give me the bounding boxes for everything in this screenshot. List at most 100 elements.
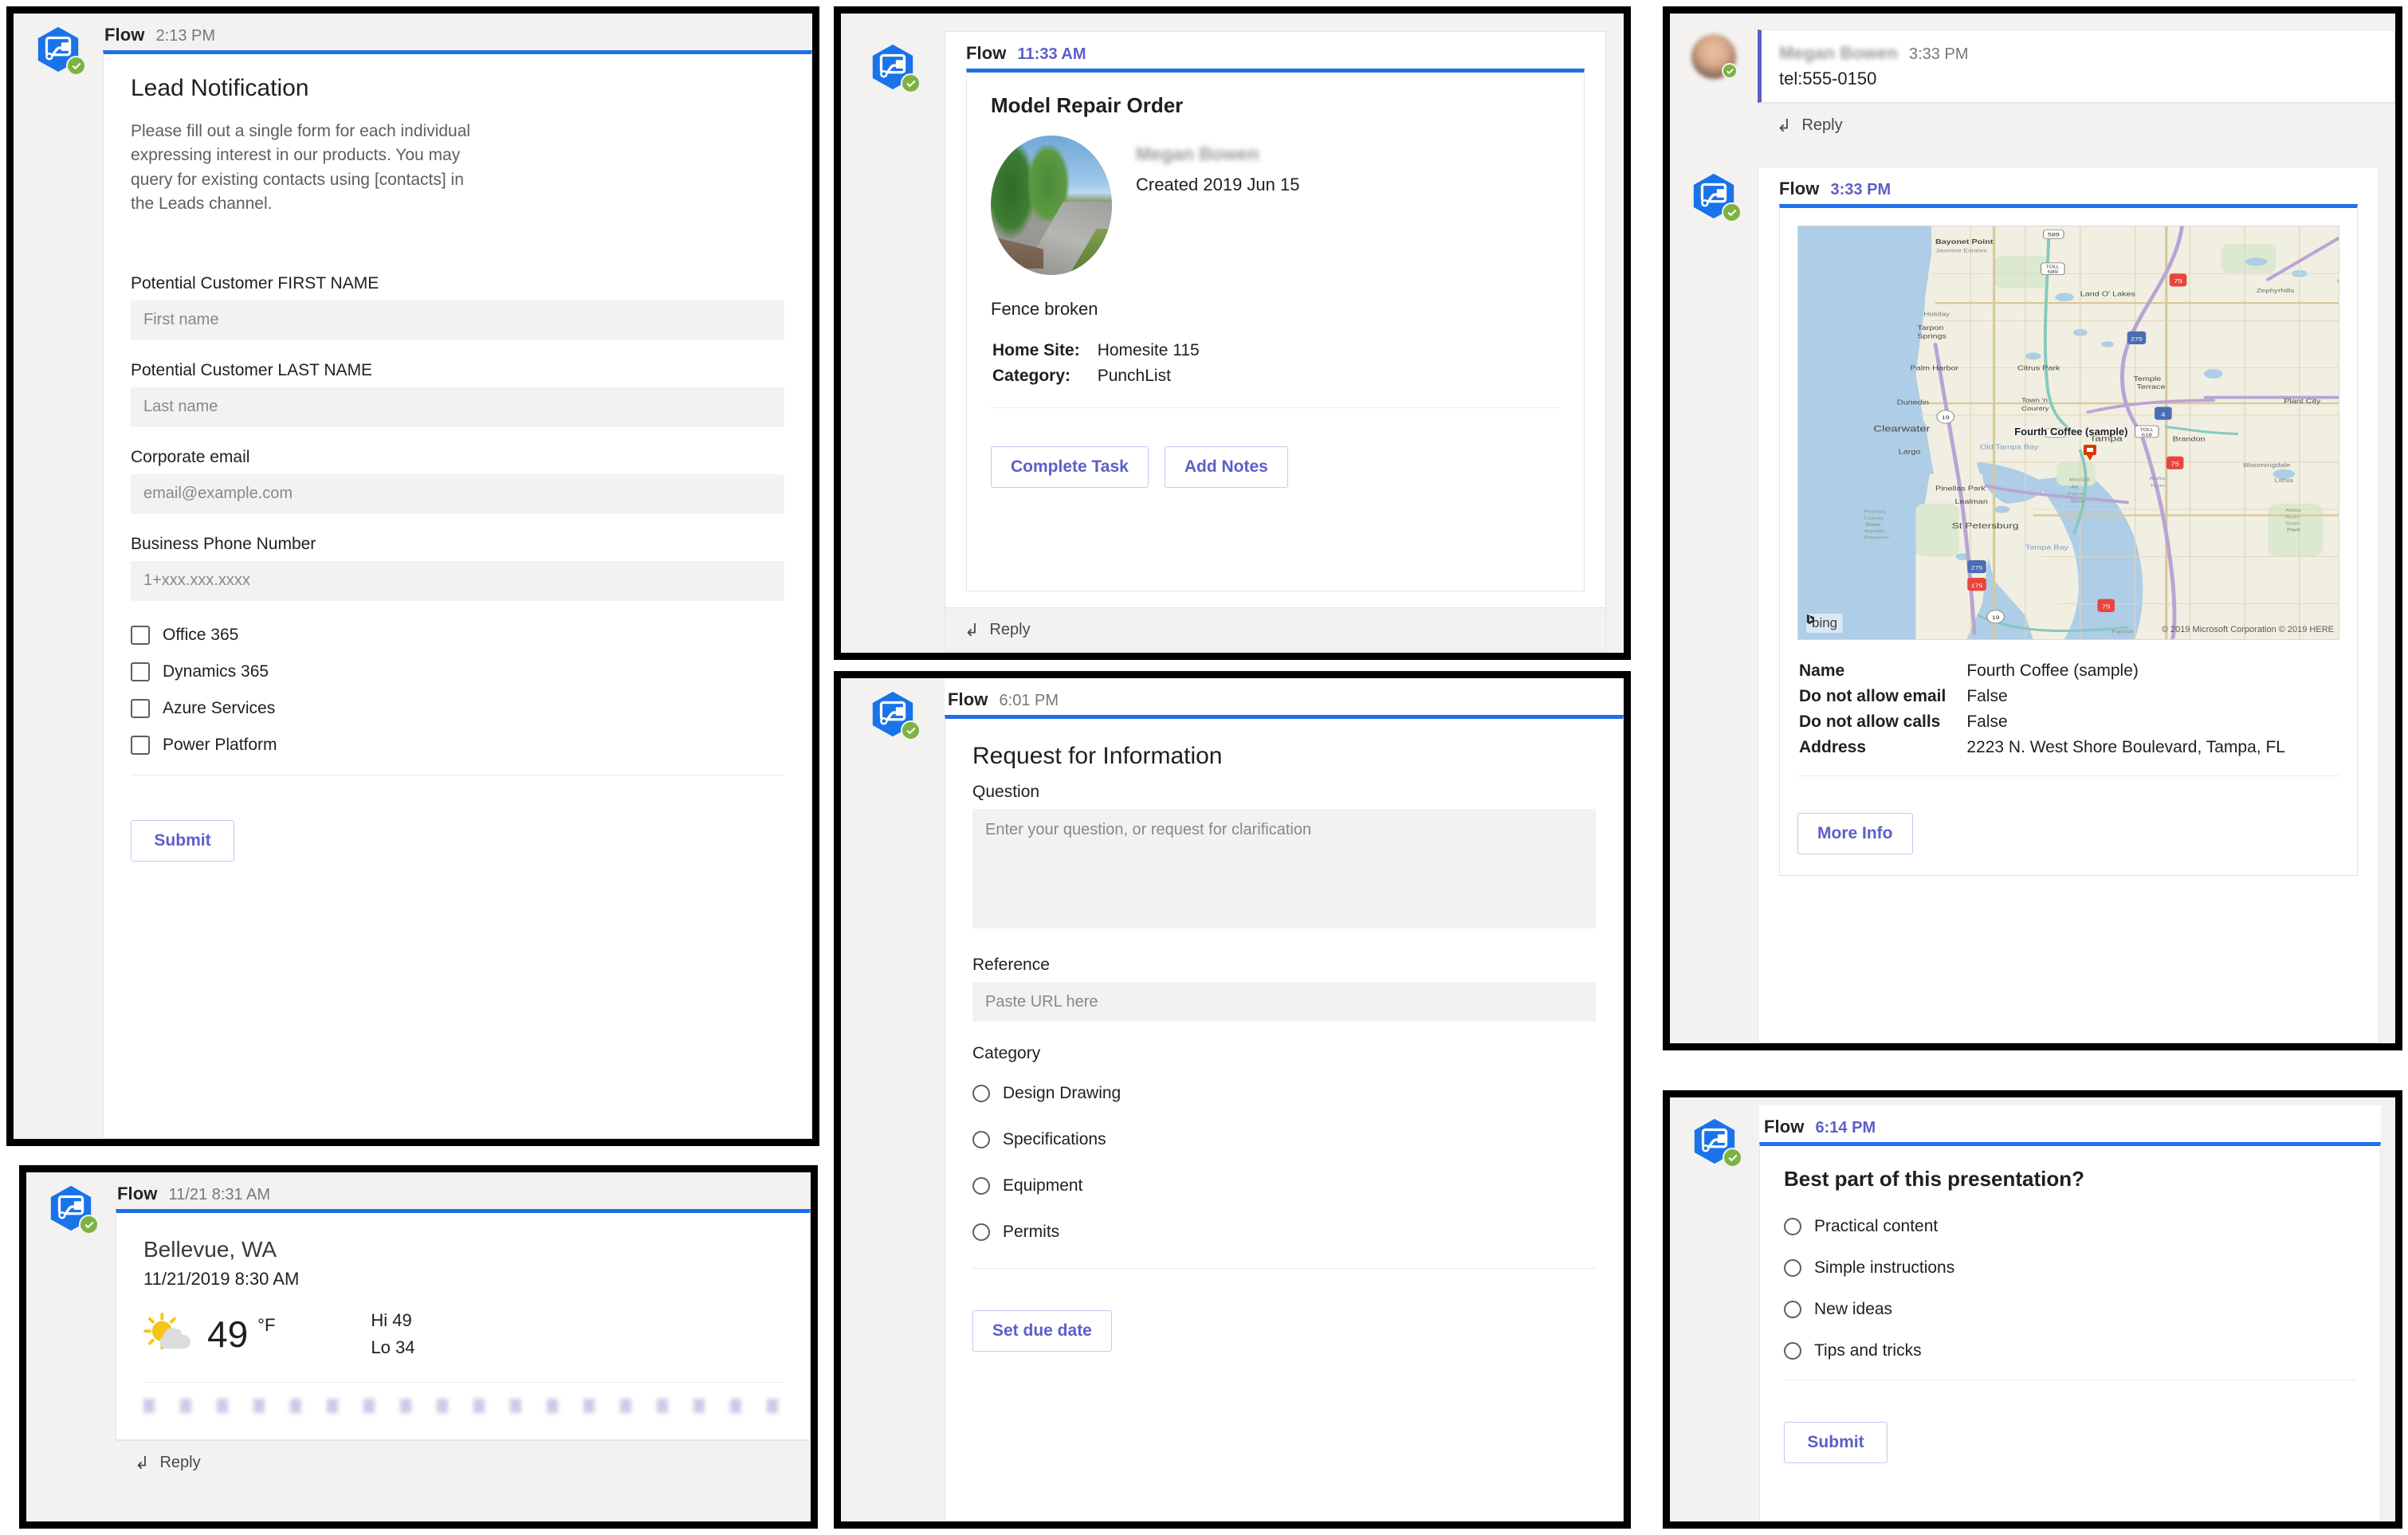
radio-icon[interactable] xyxy=(1784,1301,1801,1318)
panel-lead-notification: Flow 2:13 PM Lead Notification Please fi… xyxy=(6,6,819,1146)
checkbox-row-dynamics365[interactable]: Dynamics 365 xyxy=(131,654,784,690)
radio-icon[interactable] xyxy=(1784,1342,1801,1360)
radio-label: Specifications xyxy=(1003,1130,1106,1148)
bing-map[interactable]: Bayonet Point Jasmine Estates Land O' La… xyxy=(1797,226,2339,640)
reference-input[interactable]: Paste URL here xyxy=(972,982,1596,1022)
svg-text:County: County xyxy=(1864,516,1884,521)
svg-text:175: 175 xyxy=(1971,583,1983,589)
checkbox-icon[interactable] xyxy=(131,625,150,645)
first-name-input[interactable]: First name xyxy=(131,300,784,340)
adaptive-card-lead-notification: Lead Notification Please fill out a sing… xyxy=(103,50,812,1139)
radio-icon[interactable] xyxy=(1784,1218,1801,1235)
corporate-email-input[interactable]: email@example.com xyxy=(131,473,784,514)
sender-name: Megan Bowen xyxy=(1779,43,1898,63)
message-header: Flow 3:33 PM xyxy=(1758,167,2379,204)
radio-row-specifications[interactable]: Specifications xyxy=(972,1117,1596,1163)
repair-details-table: Home Site: Homesite 115 Category: PunchL… xyxy=(991,337,1201,390)
detail-key: Home Site: xyxy=(992,341,1080,359)
radio-row-equipment[interactable]: Equipment xyxy=(972,1163,1596,1209)
sender-name: Flow xyxy=(966,43,1007,63)
checkbox-row-azure-services[interactable]: Azure Services xyxy=(131,690,784,727)
set-due-date-button[interactable]: Set due date xyxy=(972,1310,1112,1352)
checkbox-icon[interactable] xyxy=(131,698,150,718)
bing-attribution: bing xyxy=(1806,614,1844,633)
question-input[interactable]: Enter your question, or request for clar… xyxy=(972,809,1596,928)
svg-text:Pinellas: Pinellas xyxy=(1864,509,1887,514)
checkbox-row-office365[interactable]: Office 365 xyxy=(131,617,784,654)
radio-row-tips-and-tricks[interactable]: Tips and tricks xyxy=(1784,1330,2356,1372)
reference-label: Reference xyxy=(972,956,1050,974)
bot-avatar-gutter xyxy=(26,1172,116,1521)
svg-text:Dunedin: Dunedin xyxy=(1897,399,1929,406)
svg-text:Holiday: Holiday xyxy=(1923,311,1950,318)
svg-text:4: 4 xyxy=(2161,410,2166,418)
detail-value: Fourth Coffee (sample) xyxy=(1966,662,2139,680)
svg-text:Base: Base xyxy=(2071,499,2085,504)
svg-text:Town 'n: Town 'n xyxy=(2021,397,2048,404)
radio-icon[interactable] xyxy=(972,1085,990,1102)
reply-bar[interactable]: ↲ Reply xyxy=(116,1440,811,1485)
repair-subject: Fence broken xyxy=(991,299,1098,319)
checkbox-icon[interactable] xyxy=(131,735,150,755)
reply-bar[interactable]: ↲ Reply xyxy=(945,607,1605,652)
bot-avatar-gutter xyxy=(841,31,945,653)
complete-task-button[interactable]: Complete Task xyxy=(991,446,1149,488)
adaptive-card-poll: Best part of this presentation? Practica… xyxy=(1759,1142,2381,1521)
poll-question: Best part of this presentation? xyxy=(1784,1167,2085,1191)
checkbox-icon[interactable] xyxy=(131,662,150,681)
panel-repair-order: Flow 11:33 AM Model Repair Order Megan B… xyxy=(834,6,1631,660)
verified-badge-icon xyxy=(901,720,921,740)
last-name-input[interactable]: Last name xyxy=(131,387,784,427)
message-header: Flow 11/21 8:31 AM xyxy=(116,1172,811,1209)
checkbox-row-power-platform[interactable]: Power Platform xyxy=(131,727,784,764)
svg-text:TOLL: TOLL xyxy=(2046,265,2060,269)
flow-logo-icon xyxy=(1690,1117,1742,1168)
svg-text:75: 75 xyxy=(2102,603,2111,610)
detail-value: PunchList xyxy=(1097,367,1171,385)
svg-text:River: River xyxy=(2151,484,2166,489)
message-timestamp: 6:14 PM xyxy=(1815,1119,1876,1137)
detail-key: Address xyxy=(1799,738,1867,756)
radio-icon[interactable] xyxy=(972,1223,990,1241)
corporate-email-label: Corporate email xyxy=(131,447,250,466)
svg-text:Tampa Bay: Tampa Bay xyxy=(2025,544,2068,552)
card-description: Please fill out a single form for each i… xyxy=(131,122,471,214)
business-phone-input[interactable]: 1+xxx.xxx.xxxx xyxy=(131,560,784,601)
weather-unit: °F xyxy=(257,1315,276,1335)
svg-text:Country: Country xyxy=(2021,405,2049,412)
weather-city: Bellevue, WA xyxy=(143,1237,277,1262)
radio-row-practical-content[interactable]: Practical content xyxy=(1784,1206,2356,1247)
weather-forecast-placeholder xyxy=(143,1399,783,1414)
person-avatar-gutter xyxy=(1670,29,1758,147)
sender-name: Flow xyxy=(117,1184,158,1203)
svg-text:Pinellas Park: Pinellas Park xyxy=(1935,485,1986,493)
submit-button[interactable]: Submit xyxy=(1784,1422,1888,1463)
flow-logo-icon xyxy=(1689,171,1742,222)
radio-row-permits[interactable]: Permits xyxy=(972,1209,1596,1255)
svg-text:Tarpon: Tarpon xyxy=(1917,324,1943,332)
svg-text:Kath: Kath xyxy=(2337,278,2339,285)
radio-icon[interactable] xyxy=(1784,1259,1801,1277)
table-row: Name Fourth Coffee (sample) xyxy=(1799,659,2338,683)
submit-button[interactable]: Submit xyxy=(131,819,234,862)
reply-label: Reply xyxy=(989,621,1031,638)
radio-row-design-drawing[interactable]: Design Drawing xyxy=(972,1070,1596,1117)
radio-row-simple-instructions[interactable]: Simple instructions xyxy=(1784,1247,2356,1289)
weather-temperature: 49 xyxy=(207,1313,249,1356)
svg-text:Largo: Largo xyxy=(1899,449,1921,456)
screenshot-root: Flow 2:13 PM Lead Notification Please fi… xyxy=(0,0,2408,1535)
message-text: tel:555-0150 xyxy=(1779,69,1877,88)
detail-key: Name xyxy=(1799,662,1845,680)
message-timestamp: 3:33 PM xyxy=(1830,181,1891,198)
radio-row-new-ideas[interactable]: New ideas xyxy=(1784,1289,2356,1330)
sender-name: Flow xyxy=(948,689,988,709)
business-phone-label: Business Phone Number xyxy=(131,534,316,553)
sender-name: Flow xyxy=(1764,1117,1805,1137)
reply-label: Reply xyxy=(159,1454,201,1471)
reply-bar[interactable]: ↲ Reply xyxy=(1758,103,2395,147)
more-info-button[interactable]: More Info xyxy=(1797,813,1913,854)
radio-icon[interactable] xyxy=(972,1177,990,1195)
add-notes-button[interactable]: Add Notes xyxy=(1164,446,1288,488)
radio-icon[interactable] xyxy=(972,1131,990,1148)
table-row: Do not allow email False xyxy=(1799,685,2338,709)
